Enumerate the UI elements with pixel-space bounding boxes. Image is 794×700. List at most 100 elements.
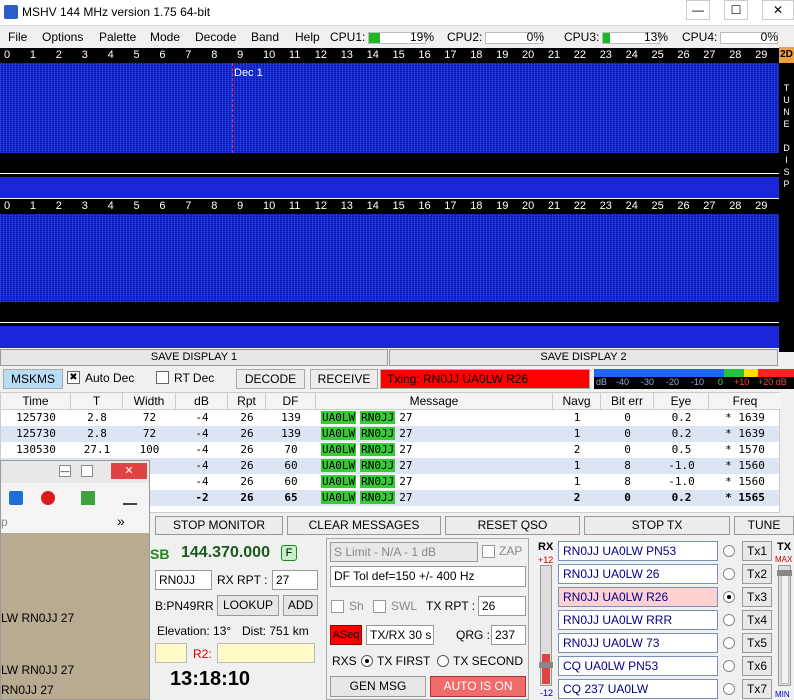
tx-select-radio-2[interactable] (723, 568, 735, 580)
tx4-button[interactable]: Tx4 (742, 610, 772, 630)
tx-first-radio[interactable] (361, 655, 373, 667)
tx5-button[interactable]: Tx5 (742, 633, 772, 653)
tx-select-radio-3[interactable] (723, 591, 735, 603)
r1-field[interactable] (155, 643, 187, 663)
rt-dec-checkbox[interactable] (156, 371, 169, 384)
tx-macro-3[interactable]: RN0JJ UA0LW R26 (558, 587, 718, 607)
ruler-tick: 28 (729, 49, 742, 61)
download-icon[interactable] (123, 491, 137, 505)
tx-select-radio-4[interactable] (723, 614, 735, 626)
maximize-button[interactable]: ☐ (724, 0, 748, 20)
col-width[interactable]: Width (123, 393, 176, 410)
col-rpt[interactable]: Rpt (228, 393, 266, 410)
download-manager-icon[interactable] (81, 491, 95, 505)
auto-dec-checkbox[interactable]: ✖ (67, 371, 80, 384)
addon-icon[interactable] (41, 491, 55, 505)
aseq-button[interactable]: ASeq (330, 625, 362, 645)
tx-macro-4[interactable]: RN0JJ UA0LW RRR (558, 610, 718, 630)
col-time[interactable]: Time (1, 393, 71, 410)
tx-select-radio-1[interactable] (723, 545, 735, 557)
menu-band[interactable]: Band (251, 30, 279, 44)
col-biterr[interactable]: Bit err (601, 393, 654, 410)
tune-disp-strip[interactable]: 2D TUNE DISP (779, 47, 794, 352)
tx-macro-1[interactable]: RN0JJ UA0LW PN53 (558, 541, 718, 561)
table-row[interactable]: 125730 2.8 72 -4 26 139 1 0 0.2 * 1639 UA0LW RN0JJ 2… (1, 410, 779, 426)
table-row[interactable]: 125730 2.8 72 -4 26 139 1 0 0.2 * 1639 UA0LW RN0JJ 2… (1, 426, 779, 442)
tx7-button[interactable]: Tx7 (742, 679, 772, 699)
cell-freq: * 1639 (725, 427, 765, 440)
overlay-minimize-icon[interactable]: — (59, 465, 71, 477)
meter-20: -20 (666, 377, 680, 387)
cell-message: UA0LW RN0JJ 27 (321, 475, 417, 488)
stop-tx-button[interactable]: STOP TX (584, 516, 730, 535)
df-tol-spin[interactable]: DF Tol def=150 +/- 400 Hz (330, 566, 526, 587)
menu-palette[interactable]: Palette (99, 30, 136, 44)
col-eye[interactable]: Eye (654, 393, 709, 410)
overlay-more-chevron[interactable]: » (117, 513, 125, 529)
mode-tab[interactable]: MSKMS (3, 369, 63, 389)
gen-msg-button[interactable]: GEN MSG (330, 676, 426, 697)
tx-macro-2[interactable]: RN0JJ UA0LW 26 (558, 564, 718, 584)
table-row[interactable]: 130530 27.1 100 -4 26 70 2 0 0.5 * 1570 UA0LW RN0JJ… (1, 442, 779, 458)
tx6-button[interactable]: Tx6 (742, 656, 772, 676)
overlay-window: — ✕ p » LW RN0JJ 27 LW RN0JJ 27 RN0JJ 27 (0, 460, 150, 700)
waterfall-display-1[interactable]: Dec 1 (0, 63, 779, 153)
2d-toggle[interactable]: 2D (779, 47, 794, 63)
auto-on-button[interactable]: AUTO IS ON (430, 676, 526, 697)
rx-level-slider[interactable] (539, 565, 553, 686)
ruler-tick: 27 (703, 49, 716, 61)
r2-field[interactable] (217, 643, 315, 663)
clear-messages-button[interactable]: CLEAR MESSAGES (287, 516, 441, 535)
menu-options[interactable]: Options (42, 30, 83, 44)
save-display-2-button[interactable]: SAVE DISPLAY 2 (389, 349, 778, 366)
close-button[interactable]: ✕ (762, 0, 794, 20)
col-freq[interactable]: Freq (709, 393, 781, 410)
col-navg[interactable]: Navg (553, 393, 601, 410)
tx-macro-5[interactable]: RN0JJ UA0LW 73 (558, 633, 718, 653)
zap-checkbox[interactable] (482, 545, 495, 558)
tx1-button[interactable]: Tx1 (742, 541, 772, 561)
time-ruler-bottom: 0 1 2 3 4 5 6 7 8 9 10 11 12 13 14 15 16 17 18 19 20 21 22 23 24… (0, 199, 793, 214)
lookup-button[interactable]: LOOKUP (217, 595, 279, 616)
tx-select-radio-5[interactable] (723, 637, 735, 649)
s-limit-spin[interactable]: S Limit - N/A - 1 dB (330, 542, 478, 562)
tx-macro-6[interactable]: CQ UA0LW PN53 (558, 656, 718, 676)
minimize-button[interactable]: — (686, 0, 710, 20)
qrg-input[interactable]: 237 (491, 625, 526, 645)
stop-monitor-button[interactable]: STOP MONITOR (155, 516, 283, 535)
rx-rpt-input[interactable]: 27 (272, 570, 318, 590)
cell-eye: -1.0 (668, 459, 695, 472)
reset-qso-button[interactable]: RESET QSO (445, 516, 580, 535)
tx-select-radio-7[interactable] (723, 683, 735, 695)
dx-call-input[interactable]: RN0JJ (155, 570, 212, 590)
waterfall-display-2[interactable] (0, 214, 779, 302)
add-button[interactable]: ADD (283, 595, 318, 616)
overlay-maximize-icon[interactable] (81, 465, 93, 477)
app-icon (4, 5, 18, 19)
col-t[interactable]: T (71, 393, 123, 410)
menu-help[interactable]: Help (295, 30, 320, 44)
overlay-close-button[interactable]: ✕ (111, 463, 147, 479)
decode-button[interactable]: DECODE (236, 369, 305, 389)
tx-level-slider[interactable] (777, 565, 792, 686)
tune-button[interactable]: TUNE (734, 516, 794, 535)
swl-checkbox[interactable] (373, 600, 386, 613)
col-message[interactable]: Message (316, 393, 553, 410)
tx-rpt-input[interactable]: 26 (478, 596, 526, 616)
menu-decode[interactable]: Decode (195, 30, 236, 44)
sh-checkbox[interactable] (331, 600, 344, 613)
tx-macro-7[interactable]: CQ 237 UA0LW (558, 679, 718, 699)
save-display-1-button[interactable]: SAVE DISPLAY 1 (0, 349, 388, 366)
menu-file[interactable]: File (8, 30, 27, 44)
col-df[interactable]: DF (266, 393, 316, 410)
txrx-period-spin[interactable]: TX/RX 30 s (366, 625, 434, 645)
tx2-button[interactable]: Tx2 (742, 564, 772, 584)
receive-button[interactable]: RECEIVE (310, 369, 378, 389)
freq-f-button[interactable]: F (281, 545, 297, 561)
tx-second-radio[interactable] (437, 655, 449, 667)
tx3-button[interactable]: Tx3 (742, 587, 772, 607)
translate-icon[interactable] (9, 491, 23, 505)
col-db[interactable]: dB (176, 393, 228, 410)
tx-select-radio-6[interactable] (723, 660, 735, 672)
menu-mode[interactable]: Mode (150, 30, 180, 44)
